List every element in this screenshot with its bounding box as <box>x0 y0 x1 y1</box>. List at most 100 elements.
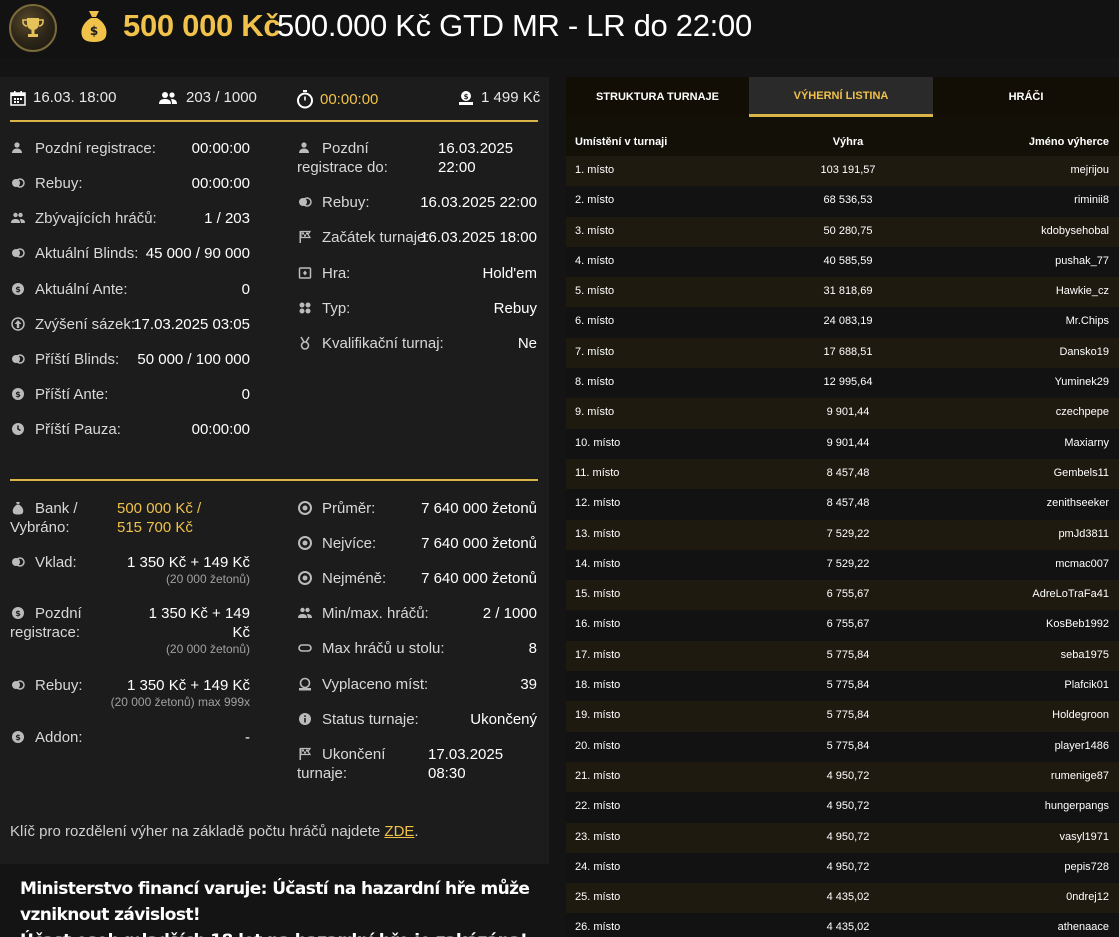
placement-cell: 20. místo <box>575 739 621 752</box>
table-icon <box>297 640 313 656</box>
payout-key-link[interactable]: ZDE <box>384 823 414 840</box>
deposit-chips: (20 000 žetonů) <box>165 572 250 586</box>
deposit-value: 1 350 Kč + 149 Kč <box>126 554 250 571</box>
table-row: 13. místo 7 529,22 pmJd3811 <box>566 519 1119 550</box>
game-value: Hold'em <box>482 265 537 282</box>
svg-text:$: $ <box>464 93 469 101</box>
tab-bar: Struktura turnaje Výherní listina Hráči <box>566 77 1119 117</box>
table-row: 15. místo 6 755,67 AdreLoTraFa41 <box>566 580 1119 611</box>
placement-cell: 16. místo <box>575 618 621 631</box>
next-blinds-row: Příští Blinds: 50 000 / 100 000 <box>10 350 250 372</box>
winner-name-cell: AdreLoTraFa41 <box>1032 588 1109 601</box>
placement-cell: 17. místo <box>575 648 621 661</box>
buyin-icon: $ <box>458 90 474 106</box>
winner-name-cell: riminii8 <box>1074 194 1109 207</box>
trophy-icon <box>9 4 57 52</box>
table-row: 23. místo 4 950,72 vasyl1971 <box>566 822 1119 853</box>
winner-name-cell: athenaace <box>1057 921 1109 934</box>
svg-text:$: $ <box>15 390 21 399</box>
summary-bar: 16.03. 18:00 203 / 1000 00:00:00 $ 1 499… <box>10 87 540 113</box>
winner-name-cell: hungerpangs <box>1044 800 1109 813</box>
page-header: $ 500 000 Kč 500.000 Kč GTD MR - LR do 2… <box>0 0 1119 58</box>
next-ante-label: Příští Ante: <box>35 386 109 403</box>
moneybag-icon: $ <box>79 9 109 43</box>
calendar-icon <box>10 90 26 106</box>
table-row: 22. místo 4 950,72 hungerpangs <box>566 792 1119 823</box>
next-ante-row: $ Příští Ante: 0 <box>10 385 250 407</box>
tournament-status-value: Ukončený <box>470 711 537 728</box>
type-value: Rebuy <box>493 300 537 317</box>
table-row: 8. místo 12 995,64 Yuminek29 <box>566 368 1119 399</box>
average-stack-label: Průměr: <box>322 500 376 517</box>
table-row: 26. místo 4 435,02 athenaace <box>566 913 1119 937</box>
prize-cell: 6 755,67 <box>826 588 870 601</box>
chip-icon <box>297 500 313 516</box>
payout-key-text: Klíč pro rozdělení výher na základě počt… <box>10 823 385 840</box>
rebuy-fee-chips: (20 000 žetonů) max 999x <box>110 695 250 709</box>
placement-cell: 8. místo <box>575 376 615 389</box>
coin-icon: $ <box>10 386 26 402</box>
rebuy-fee-label: Rebuy: <box>35 677 83 694</box>
prize-cell: 4 435,02 <box>826 891 870 904</box>
prize-cell: 8 457,48 <box>826 497 870 510</box>
flag-icon <box>297 229 313 245</box>
addon-label: Addon: <box>35 729 83 746</box>
table-row: 11. místo 8 457,48 Gembels11 <box>566 458 1119 490</box>
table-row: 25. místo 4 435,02 0ndrej12 <box>566 883 1119 914</box>
qualifier-label: Kvalifikační turnaj: <box>322 335 444 352</box>
tab-players[interactable]: Hráči <box>933 77 1119 117</box>
rebuy-until-value: 16.03.2025 22:00 <box>420 194 537 211</box>
placement-cell: 3. místo <box>575 224 615 237</box>
placement-cell: 4. místo <box>575 254 615 267</box>
prize-cell: 5 775,84 <box>826 739 870 752</box>
table-row: 17. místo 5 775,84 seba1975 <box>566 640 1119 672</box>
divider <box>10 120 538 122</box>
placement-cell: 22. místo <box>575 800 621 813</box>
table-row: 5. místo 31 818,69 Hawkie_cz <box>566 277 1119 308</box>
header-prize-amount: 500 000 Kč <box>123 8 281 43</box>
table-row: 19. místo 5 775,84 Holdegroon <box>566 701 1119 732</box>
chips-icon <box>10 245 26 261</box>
average-stack-value: 7 640 000 žetonů <box>421 500 537 517</box>
prize-cell: 31 818,69 <box>823 285 873 298</box>
game-label: Hra: <box>322 265 351 282</box>
table-row: 12. místo 8 457,48 zenithseeker <box>566 489 1119 520</box>
tab-prize-list[interactable]: Výherní listina <box>749 77 933 117</box>
tournament-end-label: Ukončení turnaje: <box>297 746 386 782</box>
next-blinds-value: 50 000 / 100 000 <box>137 351 250 368</box>
coin-icon: $ <box>10 729 26 745</box>
next-blinds-label: Příští Blinds: <box>35 351 120 368</box>
table-row: 24. místo 4 950,72 pepis728 <box>566 852 1119 884</box>
winner-name-cell: Hawkie_cz <box>1055 285 1109 298</box>
prize-cell: 68 536,53 <box>823 194 873 207</box>
placement-cell: 11. místo <box>575 466 620 479</box>
rebuy-until-label: Rebuy: <box>322 194 370 211</box>
table-row: 14. místo 7 529,22 mcmac007 <box>566 549 1119 581</box>
placement-cell: 26. místo <box>575 921 621 934</box>
qualifier-value: Ne <box>517 335 537 352</box>
payout-key-note: Klíč pro rozdělení výher na základě počt… <box>10 823 419 840</box>
prize-cell: 9 901,44 <box>826 406 870 419</box>
late-registration-until-label: Pozdní registrace do: <box>297 140 388 176</box>
paid-places-value: 39 <box>520 676 537 693</box>
tournament-end-row: Ukončení turnaje: 17.03.2025 08:30 <box>297 745 537 785</box>
users-icon <box>10 210 26 226</box>
rebuy-timer-value: 00:00:00 <box>191 175 250 192</box>
winner-name-cell: mejrijou <box>1070 164 1109 176</box>
late-registration-row: Pozdní registrace: 00:00:00 <box>10 139 250 161</box>
tab-tournament-structure[interactable]: Struktura turnaje <box>566 77 749 117</box>
placement-cell: 6. místo <box>575 315 615 328</box>
remaining-players-value: 1 / 203 <box>204 210 250 227</box>
blind-increase-value: 17.03.2025 03:05 <box>133 316 250 333</box>
type-row: Typ: Rebuy <box>297 299 537 321</box>
prize-cell: 12 995,64 <box>823 376 873 389</box>
table-row: 9. místo 9 901,44 czechpepe <box>566 398 1119 429</box>
tournament-start-value: 16.03.2025 18:00 <box>420 229 537 246</box>
winner-name-cell: Dansko19 <box>1059 345 1109 358</box>
winner-name-cell: Plafcik01 <box>1064 679 1109 692</box>
remaining-players-label: Zbývajících hráčů: <box>35 210 157 227</box>
arrow-up-circle-icon <box>10 316 26 332</box>
prize-cell: 40 585,59 <box>823 254 873 267</box>
next-ante-value: 0 <box>241 386 250 403</box>
medal-icon <box>297 335 313 351</box>
